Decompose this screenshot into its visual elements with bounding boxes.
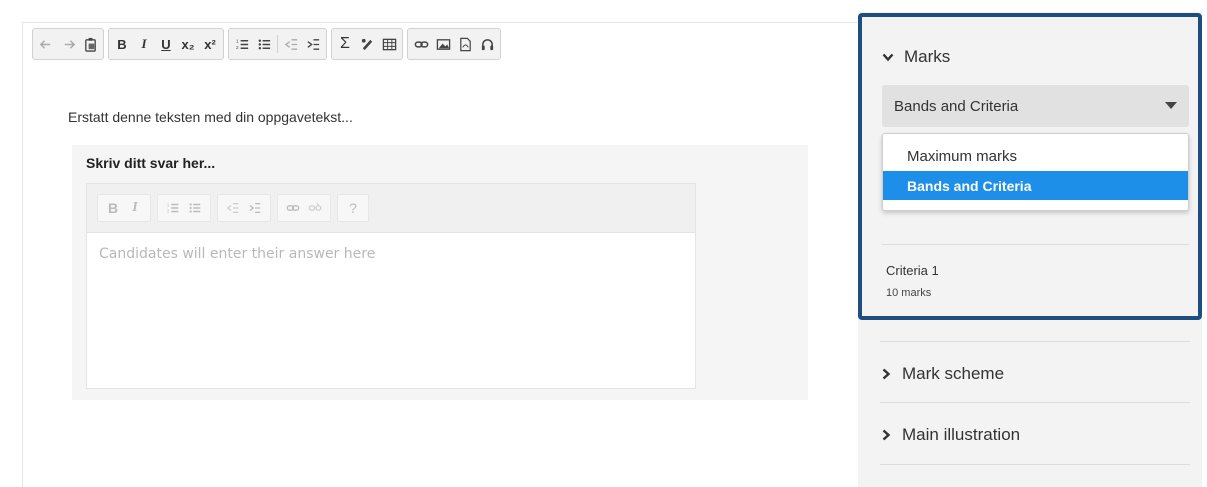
bold-button[interactable]: B bbox=[111, 31, 133, 57]
link-icon[interactable] bbox=[410, 31, 432, 57]
criteria-marks: 10 marks bbox=[886, 287, 932, 299]
indent-icon[interactable] bbox=[302, 31, 324, 57]
answer-bold-button: B bbox=[107, 200, 119, 216]
chevron-right-icon bbox=[882, 368, 891, 380]
table-icon[interactable] bbox=[378, 31, 400, 57]
mark-scheme-section-header[interactable]: Mark scheme bbox=[880, 364, 1004, 384]
subscript-button[interactable]: x₂ bbox=[177, 31, 199, 57]
marks-type-dropdown: Maximum marks Bands and Criteria bbox=[882, 133, 1189, 211]
divider bbox=[880, 464, 1190, 465]
answer-indent-icon bbox=[244, 197, 266, 219]
answer-heading[interactable]: Skriv ditt svar her... bbox=[86, 155, 215, 171]
toolbar-divider bbox=[277, 35, 278, 53]
marks-section-title: Marks bbox=[904, 47, 951, 66]
main-illustration-title: Main illustration bbox=[902, 425, 1021, 444]
media-group bbox=[407, 28, 501, 60]
special-char-icon[interactable] bbox=[356, 31, 378, 57]
answer-help-group: ? bbox=[337, 194, 369, 222]
undo-icon[interactable] bbox=[35, 31, 57, 57]
marks-section: Marks Bands and Criteria Maximum marks B… bbox=[858, 13, 1202, 320]
answer-italic-button: I bbox=[132, 200, 138, 215]
audio-icon[interactable] bbox=[476, 31, 498, 57]
answer-format-group: B I bbox=[97, 194, 151, 222]
insert-group: Σ bbox=[331, 28, 403, 60]
answer-box: Skriv ditt svar her... B I 12 ? Candidat… bbox=[72, 145, 808, 400]
main-illustration-section-header[interactable]: Main illustration bbox=[880, 425, 1020, 445]
format-group: B I U x₂ x² bbox=[108, 28, 224, 60]
marks-section-header[interactable]: Marks bbox=[882, 47, 950, 67]
divider bbox=[882, 244, 1189, 245]
svg-text:1: 1 bbox=[235, 38, 238, 43]
svg-text:2: 2 bbox=[167, 208, 170, 213]
paste-icon[interactable] bbox=[79, 31, 101, 57]
answer-link-icon bbox=[282, 197, 304, 219]
marks-type-select-value: Bands and Criteria bbox=[894, 97, 1019, 115]
option-maximum-marks[interactable]: Maximum marks bbox=[883, 142, 1188, 171]
italic-button[interactable]: I bbox=[133, 31, 155, 57]
answer-bullet-list-icon bbox=[184, 197, 206, 219]
answer-unlink-icon bbox=[304, 197, 326, 219]
bullet-list-icon[interactable] bbox=[253, 31, 275, 57]
svg-text:1: 1 bbox=[167, 202, 170, 207]
answer-numbered-list-icon: 12 bbox=[162, 197, 184, 219]
svg-text:2: 2 bbox=[235, 45, 238, 50]
answer-toolbar: B I 12 ? bbox=[86, 183, 696, 232]
answer-help-button: ? bbox=[349, 200, 357, 216]
superscript-button[interactable]: x² bbox=[199, 31, 221, 57]
answer-indent-group bbox=[217, 194, 271, 222]
main-toolbar: B I U x₂ x² 12 Σ bbox=[32, 27, 501, 61]
mark-scheme-title: Mark scheme bbox=[902, 364, 1005, 383]
list-group: 12 bbox=[228, 28, 327, 60]
outdent-icon[interactable] bbox=[280, 31, 302, 57]
math-sum-button[interactable]: Σ bbox=[334, 31, 356, 57]
pdf-icon[interactable] bbox=[454, 31, 476, 57]
numbered-list-icon[interactable]: 12 bbox=[231, 31, 253, 57]
divider bbox=[880, 402, 1190, 403]
option-bands-and-criteria[interactable]: Bands and Criteria bbox=[883, 171, 1188, 200]
answer-link-group bbox=[277, 194, 331, 222]
answer-input: Candidates will enter their answer here bbox=[86, 232, 696, 389]
chevron-right-icon bbox=[882, 429, 891, 441]
chevron-down-icon bbox=[882, 53, 894, 62]
redo-icon[interactable] bbox=[57, 31, 79, 57]
answer-list-group: 12 bbox=[157, 194, 211, 222]
answer-outdent-icon bbox=[222, 197, 244, 219]
marks-type-select[interactable]: Bands and Criteria bbox=[882, 85, 1189, 127]
image-icon[interactable] bbox=[432, 31, 454, 57]
answer-placeholder: Candidates will enter their answer here bbox=[99, 246, 376, 262]
question-text[interactable]: Erstatt denne teksten med din oppgavetek… bbox=[68, 109, 353, 125]
criteria-name[interactable]: Criteria 1 bbox=[886, 263, 939, 278]
divider bbox=[880, 341, 1190, 342]
caret-down-icon bbox=[1165, 102, 1177, 109]
history-group bbox=[32, 28, 104, 60]
underline-button[interactable]: U bbox=[155, 31, 177, 57]
